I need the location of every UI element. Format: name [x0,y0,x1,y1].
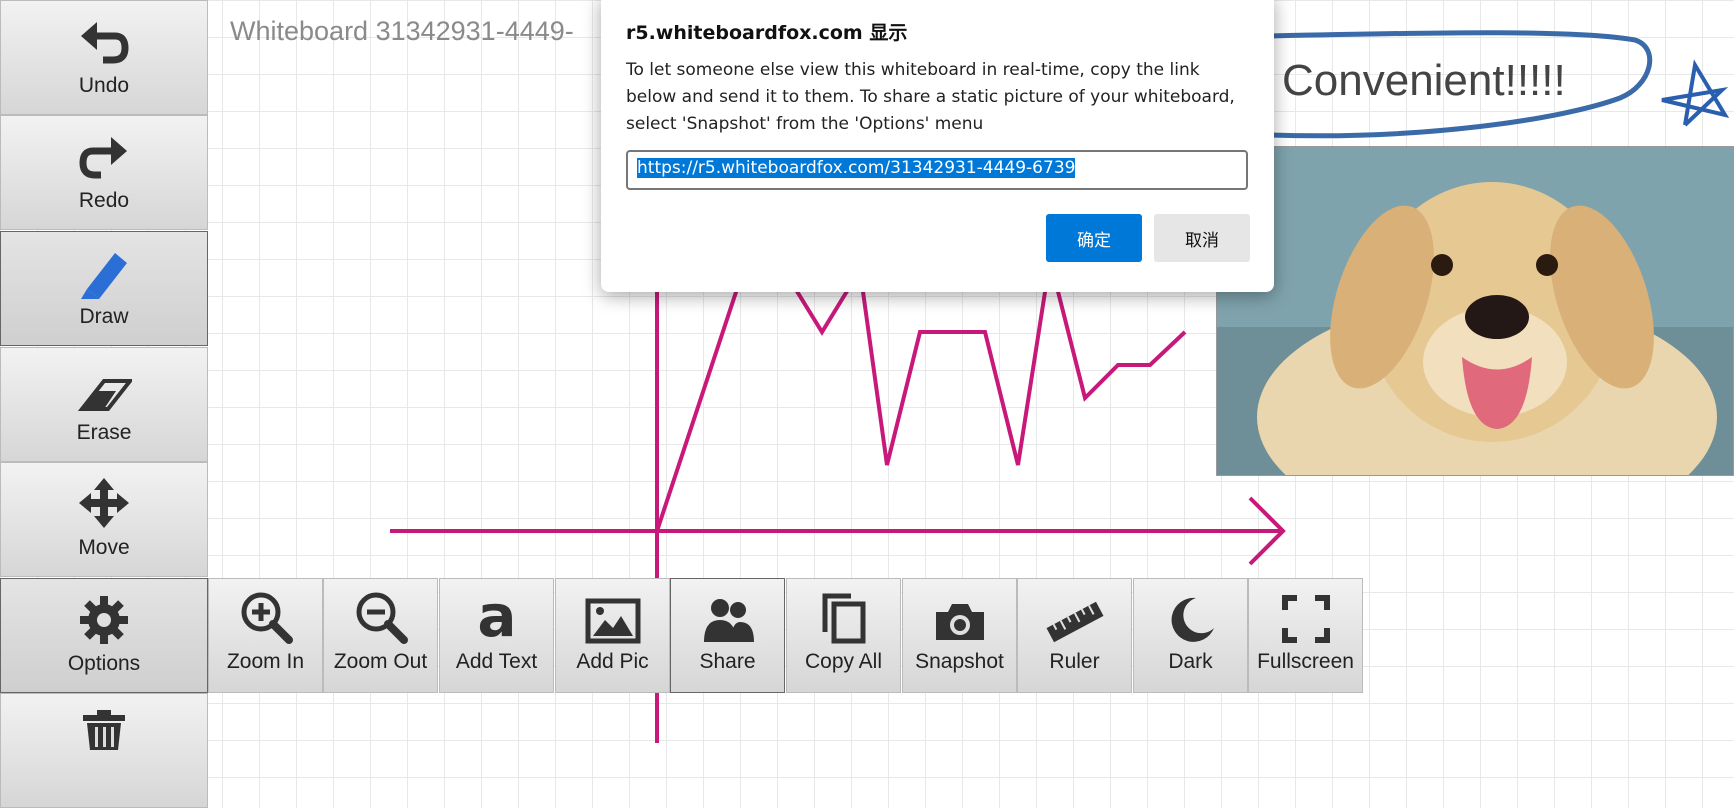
undo-button[interactable]: Undo [0,0,208,115]
move-label: Move [78,536,130,559]
moon-icon [1171,597,1214,642]
users-icon [703,599,754,642]
fullscreen-label: Fullscreen [1257,650,1354,673]
options-button[interactable]: Options [0,578,208,693]
draw-button[interactable]: Draw [0,231,208,346]
ok-button[interactable]: 确定 [1046,214,1142,262]
share-url-input[interactable]: https://r5.whiteboardfox.com/31342931-44… [626,150,1248,190]
star-doodle-icon [1661,59,1730,127]
clear-button[interactable] [0,693,208,808]
dialog-buttons: 确定 取消 [1046,214,1250,262]
share-link-dialog: r5.whiteboardfox.com 显示 To let someone e… [601,0,1274,292]
zoom-in-icon [241,592,293,644]
cancel-button[interactable]: 取消 [1154,214,1250,262]
dialog-message: To let someone else view this whiteboard… [626,60,1235,134]
fullscreen-button[interactable]: Fullscreen [1248,578,1363,693]
undo-label: Undo [78,74,130,97]
trash-icon [83,710,125,750]
dark-mode-button[interactable]: Dark [1133,578,1248,693]
move-button[interactable]: Move [0,462,208,577]
share-url-value: https://r5.whiteboardfox.com/31342931-44… [637,158,1076,178]
move-icon [79,478,129,528]
eraser-icon [77,379,132,411]
ruler-icon [1046,601,1103,643]
svg-text:a: a [477,590,516,644]
dialog-title: r5.whiteboardfox.com 显示 [626,22,908,44]
snapshot-label: Snapshot [915,650,1004,673]
erase-label: Erase [76,421,132,444]
copy-icon [822,593,865,644]
add-pic-label: Add Pic [576,650,649,673]
undo-icon [81,22,129,64]
redo-label: Redo [78,189,130,212]
share-label: Share [699,650,756,673]
zoom-in-label: Zoom In [226,650,305,673]
ruler-label: Ruler [1049,650,1100,673]
dark-label: Dark [1168,650,1213,673]
zoom-in-button[interactable]: Zoom In [208,578,323,693]
puppy-photo [1216,146,1734,476]
add-text-button[interactable]: a Add Text [439,578,554,693]
options-label: Options [67,652,141,675]
fullscreen-icon [1281,595,1330,643]
erase-button[interactable]: Erase [0,347,208,462]
share-button[interactable]: Share [670,578,785,693]
redo-button[interactable]: Redo [0,115,208,230]
canvas-text: Convenient!!!!! [1282,56,1566,105]
zigzag-line [655,259,1187,532]
add-text-label: Add Text [455,650,538,673]
copy-all-button[interactable]: Copy All [786,578,901,693]
add-pic-button[interactable]: Add Pic [555,578,670,693]
zoom-out-icon [356,592,408,644]
draw-label: Draw [79,305,129,328]
text-icon: a [477,590,516,644]
copy-all-label: Copy All [804,650,883,673]
picture-icon [585,598,640,644]
ruler-button[interactable]: Ruler [1017,578,1132,693]
zoom-out-label: Zoom Out [333,650,428,673]
redo-icon [79,137,127,179]
pencil-icon [81,253,127,299]
snapshot-button[interactable]: Snapshot [902,578,1017,693]
zoom-out-button[interactable]: Zoom Out [323,578,438,693]
gear-icon [80,596,128,644]
camera-icon [935,604,984,640]
